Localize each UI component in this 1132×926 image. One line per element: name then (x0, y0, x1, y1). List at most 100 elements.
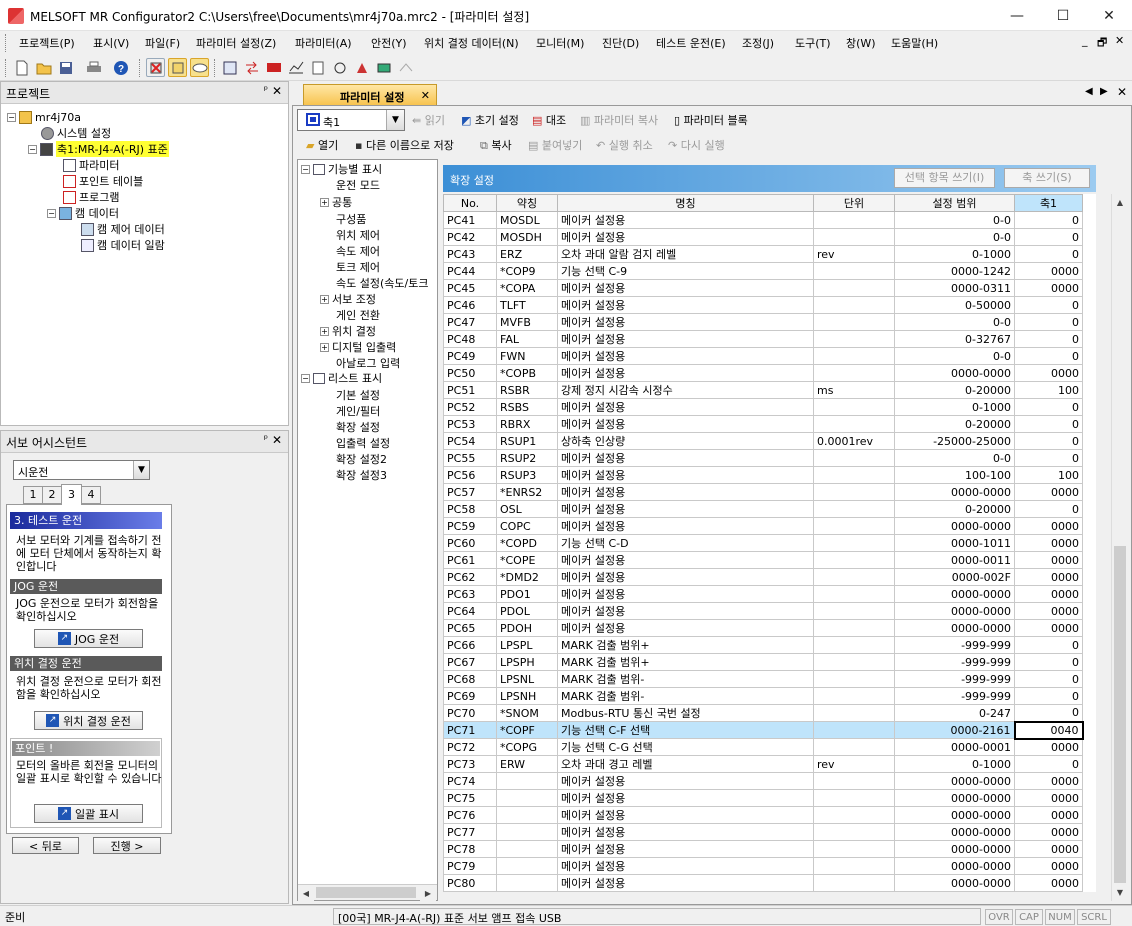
table-row[interactable]: PC79 메이커 설정용 0000-0000 0000 (443, 857, 1083, 875)
tree-basic-setting[interactable]: 기본 설정 (336, 387, 380, 403)
cell-axis1-value[interactable]: 0040 (1013, 720, 1084, 740)
cell-axis1-value[interactable]: 0 (1014, 211, 1083, 229)
write-axis-button[interactable]: 축 쓰기(S) (1004, 168, 1090, 188)
table-row[interactable]: PC68 LPSNL MARK 검출 범위- -999-999 0 (443, 670, 1083, 688)
table-row[interactable]: PC61 *COPE 메이커 설정용 0000-0011 0000 (443, 551, 1083, 569)
table-row[interactable]: PC75 메이커 설정용 0000-0000 0000 (443, 789, 1083, 807)
cell-axis1-value[interactable]: 0 (1014, 415, 1083, 433)
graph-icon[interactable] (286, 58, 305, 77)
menu-project[interactable]: 프로젝트(P) (19, 35, 75, 51)
test-run-icon[interactable] (374, 58, 393, 77)
save-icon[interactable] (56, 58, 75, 77)
cell-axis1-value[interactable]: 0000 (1014, 279, 1083, 297)
table-row[interactable]: PC52 RSBS 메이커 설정용 0-1000 0 (443, 398, 1083, 416)
cell-axis1-value[interactable]: 0 (1014, 347, 1083, 365)
assistant-tab-3[interactable]: 3 (61, 484, 82, 505)
tree-digital-io[interactable]: + 디지털 입출력 (320, 339, 396, 355)
menu-adjust[interactable]: 조정(J) (742, 35, 774, 51)
table-row[interactable]: PC71 *COPF 기능 선택 C-F 선택 0000-2161 0040 (443, 720, 1084, 740)
mdi-restore-button[interactable]: 🗗 (1097, 34, 1107, 53)
cell-axis1-value[interactable]: 0000 (1014, 534, 1083, 552)
cell-axis1-value[interactable]: 0000 (1014, 738, 1083, 756)
back-button[interactable]: < 뒤로 (12, 837, 79, 854)
menu-safety[interactable]: 안전(Y) (371, 35, 407, 51)
cell-axis1-value[interactable]: 0000 (1014, 619, 1083, 637)
table-row[interactable]: PC57 *ENRS2 메이커 설정용 0000-0000 0000 (443, 483, 1083, 501)
table-row[interactable]: PC77 메이커 설정용 0000-0000 0000 (443, 823, 1083, 841)
param-icon[interactable] (220, 58, 239, 77)
cell-axis1-value[interactable]: 0 (1014, 432, 1083, 450)
col-axis1[interactable]: 축1 (1014, 194, 1083, 212)
table-row[interactable]: PC49 FWN 메이커 설정용 0-0 0 (443, 347, 1083, 365)
chevron-down-icon[interactable]: ▼ (133, 461, 149, 479)
monitor-icon[interactable] (264, 58, 283, 77)
tree-analog-input[interactable]: 아날로그 입력 (336, 355, 400, 371)
menu-positioning-data[interactable]: 위치 결정 데이터(N) (424, 35, 519, 51)
tree-components[interactable]: 구성품 (336, 211, 366, 227)
menu-test-run[interactable]: 테스트 운전(E) (656, 35, 726, 51)
cell-axis1-value[interactable]: 0000 (1014, 585, 1083, 603)
tree-item-cam-control-data[interactable]: 캠 제어 데이터 (81, 221, 165, 237)
cell-axis1-value[interactable]: 100 (1014, 466, 1083, 484)
offline-mode-icon[interactable] (168, 58, 187, 77)
write-selected-button[interactable]: 선택 항목 쓰기(I) (894, 168, 995, 188)
connect-icon[interactable] (190, 58, 209, 77)
tree-io-setting[interactable]: 입출력 설정 (336, 435, 390, 451)
col-name[interactable]: 명칭 (557, 194, 814, 212)
tab-scroll-left-icon[interactable]: ◀ (1085, 86, 1093, 97)
print-icon[interactable] (84, 58, 103, 77)
collapse-icon[interactable]: − (47, 208, 56, 218)
tree-horizontal-scrollbar[interactable]: ◀ ▶ (298, 884, 437, 901)
new-file-icon[interactable] (12, 58, 31, 77)
cell-axis1-value[interactable]: 0000 (1014, 857, 1083, 875)
cell-axis1-value[interactable]: 0 (1014, 313, 1083, 331)
axis-connect-icon[interactable] (146, 58, 165, 77)
cell-axis1-value[interactable]: 0 (1014, 398, 1083, 416)
tree-item-cam-data-list[interactable]: 캠 데이터 일람 (81, 237, 165, 253)
assistant-mode-select[interactable]: 시운전 (13, 460, 150, 480)
help-icon[interactable]: ? (111, 58, 130, 77)
tree-servo-adjust[interactable]: + 서보 조정 (320, 291, 376, 307)
assistant-tab-4[interactable]: 4 (81, 486, 101, 504)
col-range[interactable]: 설정 범위 (894, 194, 1015, 212)
cell-axis1-value[interactable]: 0000 (1014, 823, 1083, 841)
table-row[interactable]: PC60 *COPD 기능 선택 C-D 0000-1011 0000 (443, 534, 1083, 552)
table-row[interactable]: PC56 RSUP3 메이커 설정용 100-100 100 (443, 466, 1083, 484)
jog-icon[interactable] (352, 58, 371, 77)
cell-axis1-value[interactable]: 0000 (1014, 602, 1083, 620)
collapse-icon[interactable]: − (7, 112, 16, 122)
table-row[interactable]: PC50 *COPB 메이커 설정용 0000-0000 0000 (443, 364, 1083, 382)
close-button[interactable]: ✕ (1086, 0, 1132, 31)
table-row[interactable]: PC62 *DMD2 메이커 설정용 0000-002F 0000 (443, 568, 1083, 586)
table-row[interactable]: PC41 MOSDL 메이커 설정용 0-0 0 (443, 211, 1083, 229)
col-unit[interactable]: 단위 (813, 194, 895, 212)
verify-button[interactable]: ▤ 대조 (532, 112, 566, 128)
copy-button[interactable]: ⧉ 복사 (480, 137, 512, 153)
open-folder-icon[interactable] (34, 58, 53, 77)
initial-setting-button[interactable]: ◩ 초기 설정 (461, 112, 519, 128)
table-row[interactable]: PC42 MOSDH 메이커 설정용 0-0 0 (443, 228, 1083, 246)
tree-item-cam-data[interactable]: − 캠 데이터 (47, 205, 119, 221)
cell-axis1-value[interactable]: 0 (1014, 670, 1083, 688)
tree-position-control[interactable]: 위치 제어 (336, 227, 380, 243)
scroll-right-icon[interactable]: ▶ (420, 885, 436, 901)
table-row[interactable]: PC51 RSBR 강제 정지 시감속 시정수 ms 0-20000 100 (443, 381, 1083, 399)
cell-axis1-value[interactable]: 0000 (1014, 517, 1083, 535)
table-row[interactable]: PC74 메이커 설정용 0000-0000 0000 (443, 772, 1083, 790)
pin-icon[interactable]: ᵖ (264, 85, 268, 96)
table-row[interactable]: PC73 ERW 오차 과대 경고 레벨 rev 0-1000 0 (443, 755, 1083, 773)
table-row[interactable]: PC55 RSUP2 메이커 설정용 0-0 0 (443, 449, 1083, 467)
collapse-icon[interactable]: − (28, 144, 37, 154)
tree-item-system-setting[interactable]: 시스템 설정 (41, 125, 111, 141)
table-row[interactable]: PC65 PDOH 메이커 설정용 0000-0000 0000 (443, 619, 1083, 637)
cell-axis1-value[interactable]: 100 (1014, 381, 1083, 399)
transfer-icon[interactable] (242, 58, 261, 77)
table-row[interactable]: PC64 PDOL 메이커 설정용 0000-0000 0000 (443, 602, 1083, 620)
tree-item-point-table[interactable]: 포인트 테이블 (63, 173, 143, 189)
table-row[interactable]: PC63 PDO1 메이커 설정용 0000-0000 0000 (443, 585, 1083, 603)
cell-axis1-value[interactable]: 0 (1014, 653, 1083, 671)
table-row[interactable]: PC43 ERZ 오차 과대 알람 검지 레벨 rev 0-1000 0 (443, 245, 1083, 263)
positioning-run-button[interactable]: ↗ 위치 결정 운전 (34, 711, 143, 730)
open-button[interactable]: ▰ 열기 (306, 137, 338, 153)
tree-extension-setting[interactable]: 확장 설정 (336, 419, 380, 435)
